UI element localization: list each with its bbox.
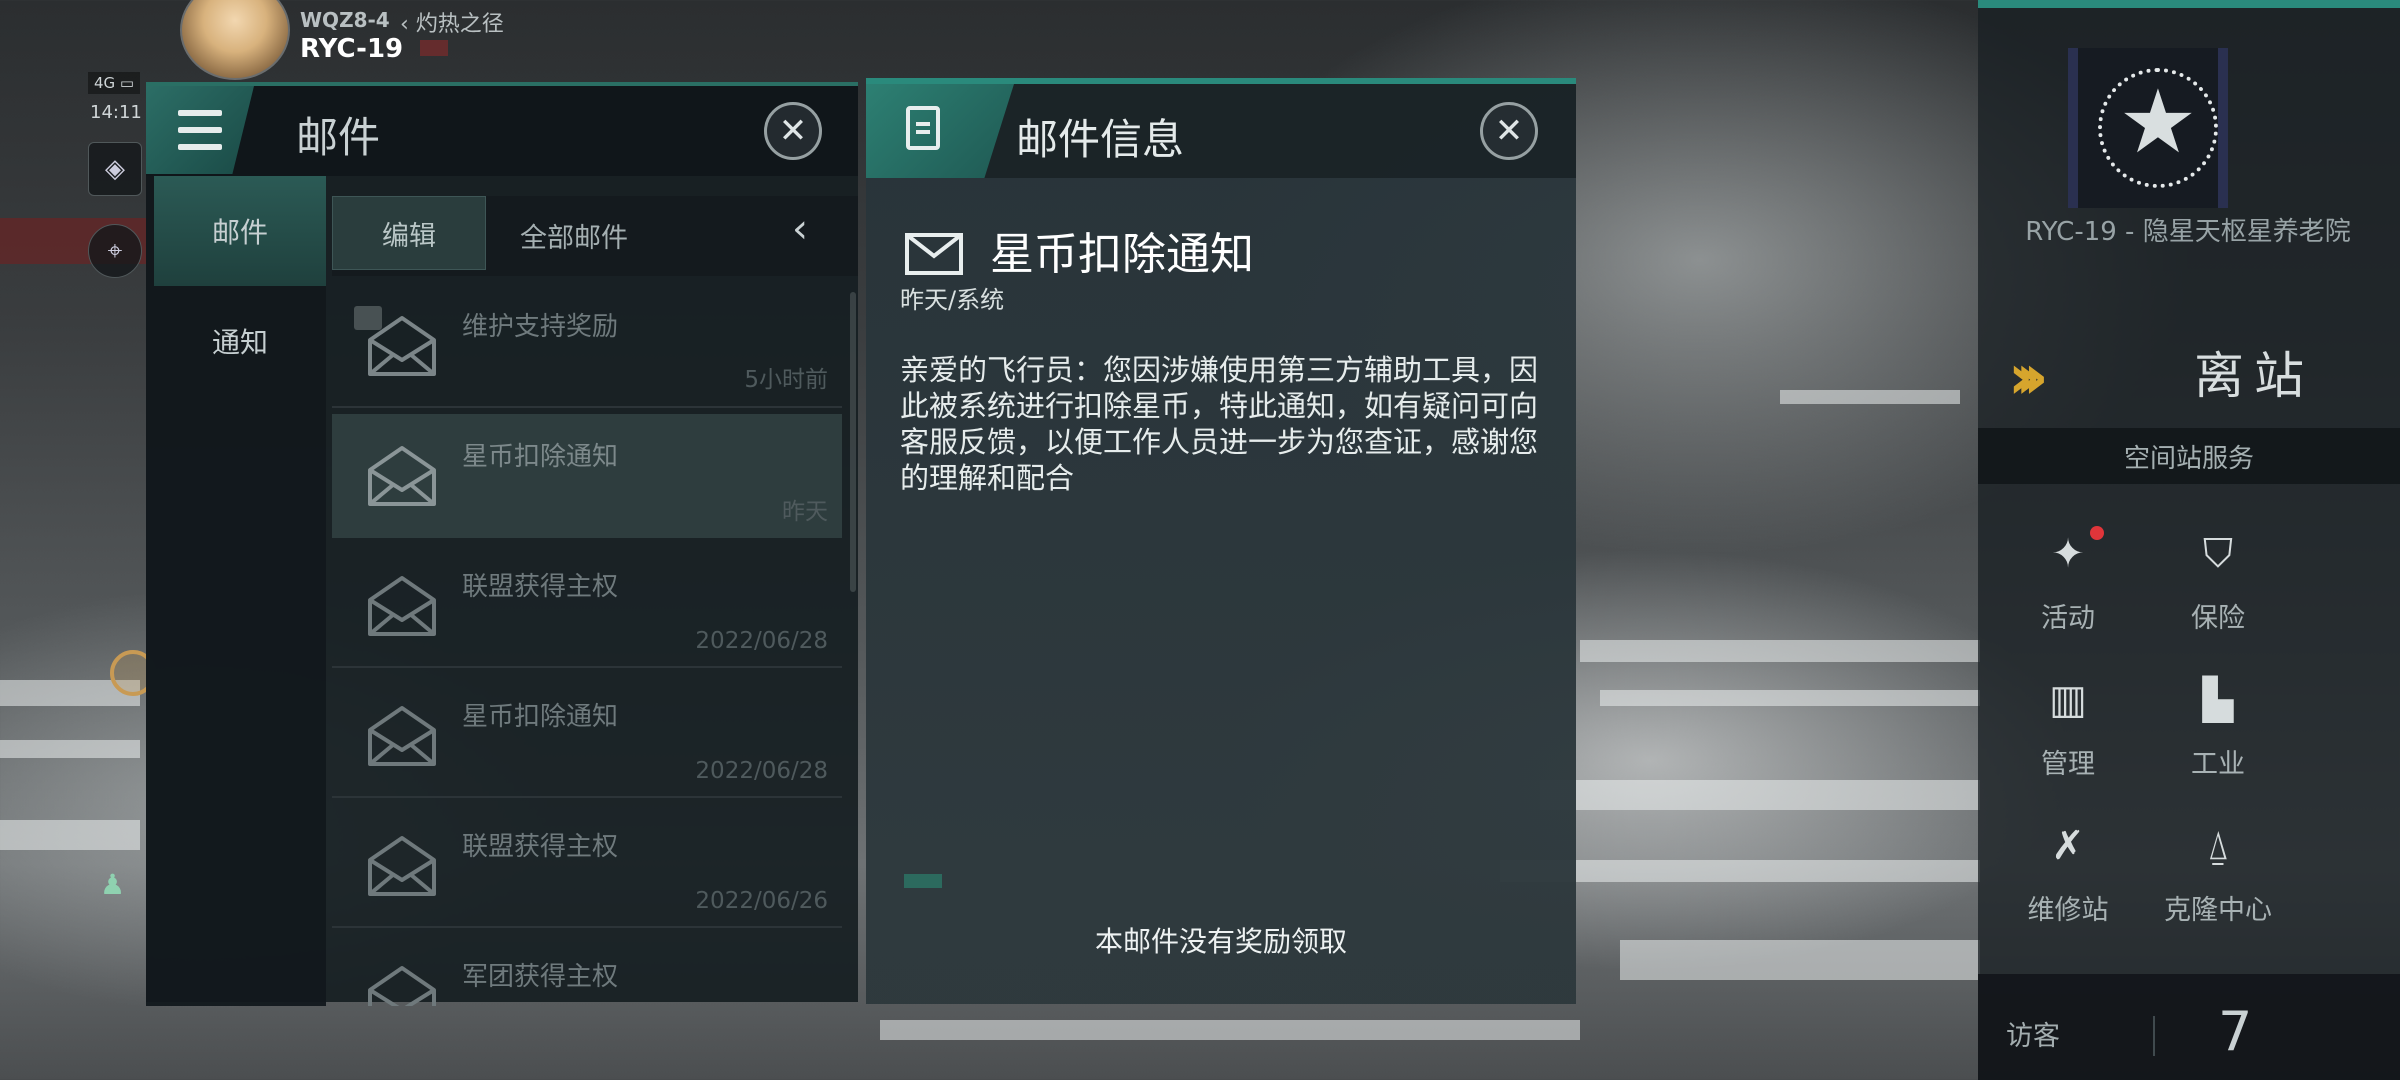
shield-icon: ⛉ [2203,531,2233,577]
mail-list-item-selected[interactable]: 星币扣除通知 昨天 [332,414,842,538]
mail-date: 2022/06/26 [695,888,828,914]
tab-mail[interactable]: 邮件 [154,176,326,286]
mail-subject: 维护支持奖励 [462,312,619,342]
mail-subject: 星币扣除通知 [462,442,619,472]
station-emblem[interactable]: ★ [2068,48,2228,208]
mail-detail-panel: 邮件信息 ✕ 星币扣除通知 昨天/系统 亲爱的飞行员：您因涉嫌使用第三方辅助工具… [866,78,1576,1004]
mail-filter-dropdown[interactable]: 全部邮件 [520,216,628,255]
envelope-open-icon [368,706,436,766]
station-panel: ★ RYC-19 - 隐星天枢星养老院 ››› 离站 空间站服务 ✦ 活动 ⛉ … [1978,0,2400,1080]
mail-meta: 昨天/系统 [900,286,1005,314]
party-popper-icon: ✦ [2051,531,2085,577]
detail-close-button[interactable]: ✕ [1480,102,1538,160]
location-pin-icon[interactable]: ⌖ [88,224,142,278]
mail-subject: 联盟获得主权 [462,832,619,862]
service-management[interactable]: ▥ 管理 [2008,672,2128,802]
mail-detail-header: 邮件信息 ✕ [866,84,1576,178]
mail-date: 5小时前 [744,367,828,393]
mail-panel-title: 邮件 [296,113,381,162]
mail-list-area: 编辑 全部邮件 ‹ 维护支持奖励 5小时前 星币扣除通知 昨天 联盟获得主权 2… [332,196,858,1006]
mail-list-item[interactable]: 维护支持奖励 5小时前 [332,284,842,408]
envelope-open-icon [368,446,436,506]
mail-detail-title: 邮件信息 [1016,115,1185,164]
mail-subject-heading: 星币扣除通知 [990,229,1254,280]
envelope-open-icon [368,576,436,636]
pilot-avatar[interactable] [180,0,290,80]
service-clone-center[interactable]: ⍙ 克隆中心 [2158,818,2278,948]
tab-notifications[interactable]: 通知 [154,286,326,396]
service-industry[interactable]: ▙ 工业 [2158,672,2278,802]
mail-panel-header: 邮件 ✕ [146,86,858,176]
wrench-icon: ✗ [2051,823,2085,869]
mail-subject: 军团获得主权 [462,962,619,992]
document-icon [906,106,940,150]
service-label: 管理 [2041,749,2095,780]
management-icon: ▥ [2049,677,2087,723]
station-services-title: 空间站服务 [1978,428,2400,484]
mail-panel: 邮件 ✕ 邮件 通知 编辑 全部邮件 ‹ 维护支持奖励 5小时前 星币扣除通知 … [146,82,858,1006]
security-status-indicator [420,40,448,56]
mail-list-scrollbar[interactable] [850,292,856,592]
mail-subject: 联盟获得主权 [462,572,619,602]
visitor-bar[interactable]: 访客 7 [1978,974,2400,1080]
mail-list-item[interactable]: 星币扣除通知 2022/06/28 [332,674,842,798]
close-icon: ✕ [778,111,808,151]
mail-close-button[interactable]: ✕ [764,102,822,160]
edit-button[interactable]: 编辑 [332,196,486,270]
visitor-label: 访客 [2006,1021,2060,1052]
service-label: 工业 [2191,749,2245,780]
mail-subject: 星币扣除通知 [462,702,619,732]
pilot-code: WQZ8-4 [300,8,390,32]
mail-list-item[interactable]: 联盟获得主权 2022/06/28 [332,544,842,668]
clock-time: 14:11 [90,102,142,123]
undock-button[interactable]: ››› 离站 [2008,326,2368,413]
service-label: 维修站 [2027,895,2109,926]
service-label: 保险 [2191,603,2245,634]
service-label: 活动 [2041,603,2095,634]
mail-date: 2022/06/28 [695,758,828,784]
mail-body: 亲爱的飞行员：您因涉嫌使用第三方辅助工具，因此被系统进行扣除星币，特此通知，如有… [900,353,1539,495]
visitor-count: 7 [2218,1000,2253,1063]
route-label[interactable]: ‹ 灼热之径 [400,6,504,38]
mail-category-nav: 邮件 通知 [146,176,326,1006]
signal-indicator: 4G ▭ [88,72,141,94]
mail-date: 昨天 [782,499,828,525]
service-activities[interactable]: ✦ 活动 [2008,526,2128,656]
station-name: RYC-19 - 隐星天枢星养老院 [2025,217,2351,247]
envelope-open-icon [368,836,436,896]
service-label: 克隆中心 [2164,895,2272,926]
envelope-icon [905,233,963,275]
mail-date: 2022/06/28 [695,628,828,654]
current-system: RYC-19 [300,34,404,64]
envelope-open-icon [368,966,436,1006]
mail-list-item[interactable]: 军团获得主权 [332,934,842,1006]
alert-dot [2090,526,2104,540]
mail-menu-tab[interactable] [146,86,254,174]
factory-icon: ▙ [2202,677,2234,723]
service-repair[interactable]: ✗ 维修站 [2008,818,2128,948]
no-reward-message: 本邮件没有奖励领取 [1094,925,1347,958]
menu-icon[interactable] [178,110,222,150]
person-icon[interactable]: ♟ [100,868,130,901]
undock-chevron-icon: ››› [2008,340,2048,413]
divider [2153,1016,2155,1056]
star-icon: ★ [2118,70,2198,173]
attachment-marker [904,874,942,888]
clone-icon: ⍙ [2206,823,2230,869]
mail-detail-tab [866,84,1014,178]
close-icon: ✕ [1494,111,1524,151]
envelope-open-icon [368,316,436,376]
collapse-chevron-icon[interactable]: ‹ [792,206,808,252]
mail-list-item[interactable]: 联盟获得主权 2022/06/26 [332,804,842,928]
mail-toolbar: 编辑 全部邮件 ‹ [332,196,858,276]
layers-icon[interactable]: ◈ [88,142,142,196]
undock-label: 离站 [2194,347,2314,405]
service-insurance[interactable]: ⛉ 保险 [2158,526,2278,656]
